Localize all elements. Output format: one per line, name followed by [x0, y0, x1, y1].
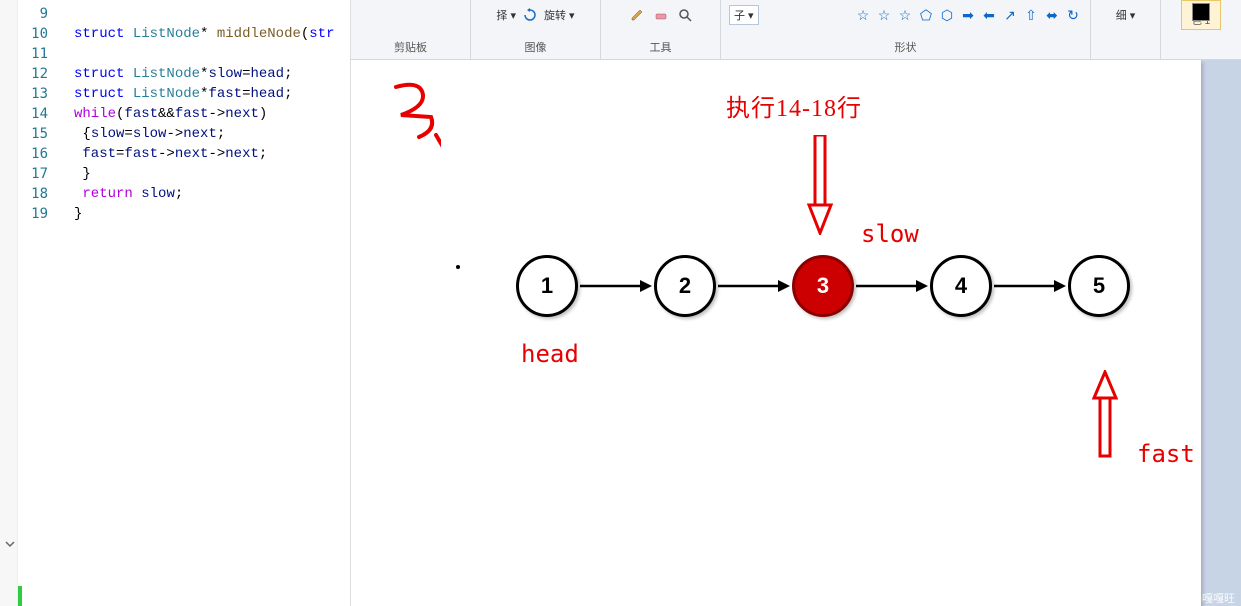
- list-node: 5: [1068, 255, 1130, 317]
- select-dropdown[interactable]: 择 ▾: [496, 7, 516, 23]
- watermark: CSDN @嘎嘎旺: [1157, 590, 1235, 606]
- pencil-icon[interactable]: [627, 5, 647, 25]
- list-arrow-icon: [992, 276, 1068, 296]
- code-editor-panel: 910111213141516171819 struct ListNode* m…: [0, 0, 351, 606]
- ribbon-label-clipboard: 剪贴板: [394, 39, 427, 55]
- scroll-down-button[interactable]: [3, 537, 17, 551]
- list-arrow-icon: [716, 276, 792, 296]
- shape-gallery-item[interactable]: ☆: [896, 7, 914, 23]
- ribbon-group-colors: 色 1: [1161, 0, 1241, 59]
- ribbon-group-shapes: 子 ▾ ☆☆☆⬠⬡➡⬅↗⇧⬌↻ 形状: [721, 0, 1091, 59]
- magnifier-icon[interactable]: [675, 5, 695, 25]
- shape-gallery-item[interactable]: ⬌: [1043, 7, 1061, 23]
- editor-gutter-bar: [0, 0, 18, 606]
- code-content[interactable]: struct ListNode* middleNode(strstruct Li…: [74, 4, 335, 224]
- shape-gallery-item[interactable]: ➡: [959, 7, 977, 23]
- fold-gutter[interactable]: [56, 4, 74, 224]
- shape-gallery-item[interactable]: ⇧: [1022, 7, 1040, 23]
- shapes-gallery[interactable]: ☆☆☆⬠⬡➡⬅↗⇧⬌↻: [854, 7, 1082, 23]
- slow-arrow-icon: [805, 135, 835, 235]
- shape-gallery-item[interactable]: ⬅: [980, 7, 998, 23]
- shape-gallery-item[interactable]: ↻: [1064, 7, 1082, 23]
- list-node: 1: [516, 255, 578, 317]
- fast-arrow-icon: [1090, 370, 1120, 460]
- shape-gallery-item[interactable]: ⬡: [938, 7, 956, 23]
- brush-dropdown[interactable]: 子 ▾: [729, 5, 759, 25]
- code-area[interactable]: 910111213141516171819 struct ListNode* m…: [0, 0, 350, 224]
- ribbon-label-shapes: 形状: [895, 39, 917, 55]
- shape-gallery-item[interactable]: ⬠: [917, 7, 935, 23]
- linked-list-diagram: 1 2 3 4 5: [516, 255, 1130, 317]
- list-node: 2: [654, 255, 716, 317]
- list-arrow-icon: [854, 276, 930, 296]
- shape-gallery-item[interactable]: ↗: [1001, 7, 1019, 23]
- fast-annotation: fast: [1137, 440, 1195, 468]
- ribbon-group-size: 细 ▾: [1091, 0, 1161, 59]
- size-dropdown[interactable]: 细 ▾: [1116, 7, 1136, 23]
- rotate-icon[interactable]: [520, 5, 540, 25]
- status-indicator: [18, 586, 22, 606]
- shape-gallery-item[interactable]: ☆: [854, 7, 872, 23]
- ribbon-label-image: 图像: [525, 39, 547, 55]
- head-annotation: head: [521, 340, 579, 368]
- ribbon-group-tools: 工具: [601, 0, 721, 59]
- ribbon-group-image: 择 ▾ 旋转 ▾ 图像: [471, 0, 601, 59]
- rotate-dropdown[interactable]: 旋转 ▾: [544, 7, 575, 23]
- paint-panel: 剪贴板 择 ▾ 旋转 ▾ 图像: [351, 0, 1241, 606]
- handwritten-3-annotation: [381, 75, 441, 155]
- list-node: 3: [792, 255, 854, 317]
- ribbon-group-clipboard: 剪贴板: [351, 0, 471, 59]
- ribbon-toolbar: 剪贴板 择 ▾ 旋转 ▾ 图像: [351, 0, 1241, 60]
- canvas-page[interactable]: 执行14-18行 slow head fast 1 2 3 4 5: [351, 60, 1201, 606]
- list-arrow-icon: [578, 276, 654, 296]
- eraser-icon[interactable]: [651, 5, 671, 25]
- exec-annotation: 执行14-18行: [726, 88, 862, 123]
- color-1-button[interactable]: 色 1: [1181, 0, 1221, 30]
- shape-gallery-item[interactable]: ☆: [875, 7, 893, 23]
- list-node: 4: [930, 255, 992, 317]
- canvas-area[interactable]: 执行14-18行 slow head fast 1 2 3 4 5 CSDN @嘎嘎旺: [351, 60, 1241, 606]
- slow-annotation: slow: [861, 220, 919, 248]
- canvas-dot: [456, 265, 460, 269]
- ribbon-label-tools: 工具: [650, 39, 672, 55]
